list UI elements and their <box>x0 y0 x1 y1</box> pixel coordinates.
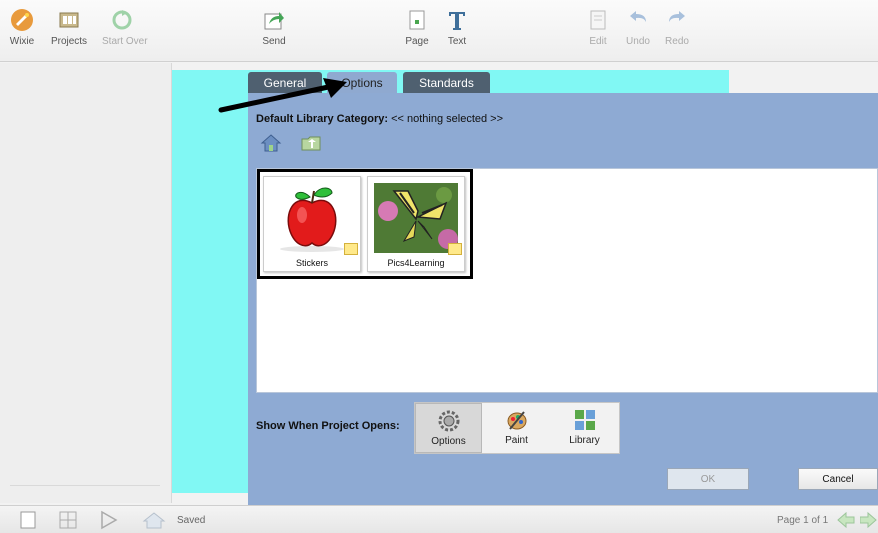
single-page-view-icon[interactable] <box>14 510 42 530</box>
page-button[interactable]: Page <box>397 8 437 47</box>
folder-badge-icon <box>344 243 358 255</box>
home-save-icon <box>142 512 166 529</box>
grid-view-icon[interactable] <box>54 510 82 530</box>
show-option-paint-label: Paint <box>505 435 528 446</box>
status-bar: Saved Page 1 of 1 <box>0 505 878 533</box>
edit-icon <box>590 10 606 30</box>
play-icon[interactable] <box>94 510 122 530</box>
undo-label: Undo <box>626 36 650 47</box>
projects-icon <box>59 12 79 28</box>
show-option-paint[interactable]: Paint <box>483 403 550 453</box>
annotation-arrow <box>218 78 347 113</box>
page-icon <box>409 10 425 30</box>
library-category-area: Stickers Pics4Learning <box>256 168 878 393</box>
projects-label: Projects <box>50 36 88 47</box>
redo-label: Redo <box>665 36 689 47</box>
home-library-icon[interactable] <box>260 133 282 153</box>
sidebar-divider <box>10 485 160 486</box>
redo-icon <box>669 11 685 22</box>
main-toolbar: Wixie Projects Start Over Send Page Text… <box>0 0 878 62</box>
start-over-icon <box>112 10 132 30</box>
show-when-opens-label: Show When Project Opens: <box>256 420 400 432</box>
previous-page-icon[interactable] <box>834 510 858 530</box>
show-option-options-label: Options <box>431 436 466 447</box>
wixie-button[interactable]: Wixie <box>2 8 42 47</box>
send-label: Send <box>262 36 286 47</box>
butterfly-photo-icon <box>374 183 458 253</box>
redo-button[interactable]: Redo <box>657 8 697 47</box>
page-sidebar <box>0 63 172 503</box>
options-dialog: Default Library Category: << nothing sel… <box>248 93 878 505</box>
wixie-label: Wixie <box>9 36 35 47</box>
send-button[interactable]: Send <box>254 8 294 47</box>
start-over-label: Start Over <box>102 36 148 47</box>
wixie-logo-icon <box>11 9 33 31</box>
cancel-button[interactable]: Cancel <box>798 468 878 490</box>
library-caption-stickers: Stickers <box>295 258 328 268</box>
tab-standards[interactable]: Standards <box>403 72 490 94</box>
library-grid-icon <box>574 410 595 430</box>
save-status: Saved <box>177 515 206 526</box>
text-button[interactable]: Text <box>437 8 477 47</box>
page-indicator: Page 1 of 1 <box>777 515 829 526</box>
text-icon <box>449 12 465 30</box>
undo-icon <box>630 11 646 22</box>
library-tile-stickers[interactable]: Stickers <box>263 176 361 272</box>
library-selection-highlight: Stickers Pics4Learning <box>257 169 473 279</box>
edit-label: Edit <box>589 36 607 47</box>
apple-icon <box>280 187 344 252</box>
edit-button[interactable]: Edit <box>578 8 618 47</box>
projects-button[interactable]: Projects <box>49 8 89 47</box>
library-tile-pics4learning[interactable]: Pics4Learning <box>367 176 465 272</box>
next-page-icon[interactable] <box>860 510 878 530</box>
text-label: Text <box>447 36 467 47</box>
show-option-library[interactable]: Library <box>551 403 618 453</box>
start-over-button[interactable]: Start Over <box>102 8 148 47</box>
gear-icon <box>438 410 459 432</box>
library-caption-pics4learning: Pics4Learning <box>387 258 445 268</box>
palette-icon <box>507 411 526 430</box>
page-label: Page <box>405 36 429 47</box>
ok-button[interactable]: OK <box>667 468 749 490</box>
show-option-library-label: Library <box>569 435 600 446</box>
default-library-value: << nothing selected >> <box>391 113 504 125</box>
folder-up-icon[interactable] <box>300 133 322 153</box>
undo-button[interactable]: Undo <box>618 8 658 47</box>
show-option-options[interactable]: Options <box>415 403 482 453</box>
folder-badge-icon <box>448 243 462 255</box>
show-when-opens-options: Options Paint Library <box>414 402 620 454</box>
send-icon <box>264 12 284 30</box>
